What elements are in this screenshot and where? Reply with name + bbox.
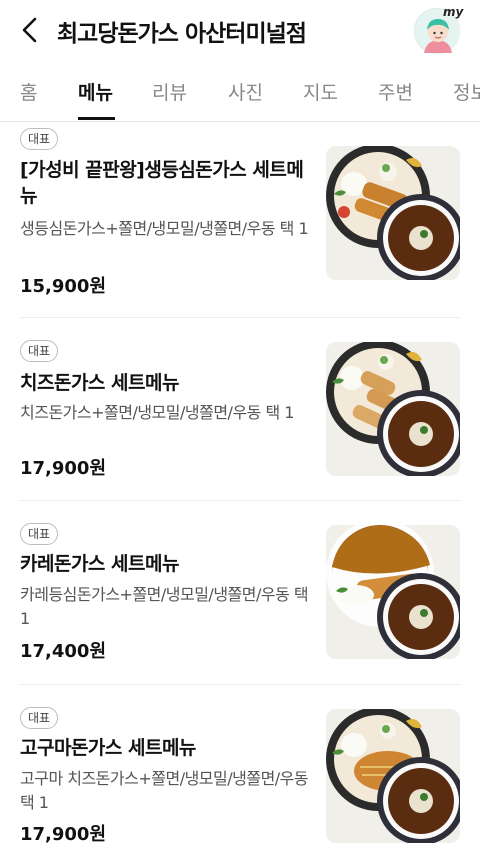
tab-menu[interactable]: 메뉴: [78, 78, 113, 105]
menu-item[interactable]: 대표 [가성비 끝판왕]생등심돈가스 세트메뉴 생등심돈가스+쫄면/냉모밀/냉쫄…: [0, 122, 480, 317]
tab-map[interactable]: 지도: [303, 78, 338, 105]
menu-item-description: 치즈돈가스+쫄면/냉모밀/냉쫄면/우동 택 1: [20, 403, 294, 422]
menu-item-name: 카레돈가스 세트메뉴: [20, 553, 179, 575]
chevron-left-icon: [22, 17, 37, 43]
menu-item[interactable]: 대표 카레돈가스 세트메뉴 카레등심돈가스+쫄면/냉모밀/냉쫄면/우동 택 1 …: [0, 501, 480, 684]
menu-item-name: 고구마돈가스 세트메뉴: [20, 737, 196, 759]
header: 최고당돈가스 아산터미널점 my: [0, 0, 480, 60]
tab-photos[interactable]: 사진: [228, 78, 263, 105]
menu-item-description: 고구마 치즈돈가스+쫄면/냉모밀/냉쫄면/우동 택 1: [20, 769, 309, 812]
menu-item-photo: [326, 146, 460, 280]
signature-badge: 대표: [20, 340, 59, 362]
tab-bar: 홈 메뉴 리뷰 사진 지도 주변 정보: [0, 60, 480, 122]
signature-badge: 대표: [20, 707, 59, 729]
curry-tonkatsu-set-image: [326, 525, 460, 659]
menu-item-description: 생등심돈가스+쫄면/냉모밀/냉쫄면/우동 택 1: [20, 219, 309, 238]
tab-info[interactable]: 정보: [453, 78, 480, 105]
menu-item-description: 카레등심돈가스+쫄면/냉모밀/냉쫄면/우동 택 1: [20, 585, 309, 628]
menu-item-photo: [326, 342, 460, 476]
signature-badge: 대표: [20, 523, 59, 545]
my-page-button[interactable]: my: [414, 5, 464, 54]
menu-item-name: 치즈돈가스 세트메뉴: [20, 372, 179, 394]
menu-item-price: 17,400원: [20, 641, 107, 662]
tonkatsu-set-image: [326, 146, 460, 280]
menu-item-price: 17,900원: [20, 458, 107, 479]
menu-item-photo: [326, 525, 460, 659]
tab-nearby[interactable]: 주변: [378, 78, 413, 105]
menu-item-name: [가성비 끝판왕]생등심돈가스 세트메뉴: [20, 159, 304, 207]
signature-badge: 대표: [20, 128, 59, 150]
sweet-potato-tonkatsu-set-image: [326, 709, 460, 843]
menu-item-photo: [326, 709, 460, 843]
back-button[interactable]: [12, 10, 48, 50]
menu-item-price: 15,900원: [20, 276, 107, 297]
tab-reviews[interactable]: 리뷰: [152, 78, 187, 105]
my-label: my: [443, 5, 464, 19]
active-tab-indicator: [78, 117, 115, 120]
menu-item[interactable]: 대표 고구마돈가스 세트메뉴 고구마 치즈돈가스+쫄면/냉모밀/냉쫄면/우동 택…: [0, 685, 480, 855]
cheese-tonkatsu-set-image: [326, 342, 460, 476]
menu-item[interactable]: 대표 치즈돈가스 세트메뉴 치즈돈가스+쫄면/냉모밀/냉쫄면/우동 택 1 17…: [0, 318, 480, 500]
menu-item-price: 17,900원: [20, 824, 107, 845]
page-title: 최고당돈가스 아산터미널점: [57, 21, 307, 47]
tab-home[interactable]: 홈: [20, 78, 37, 105]
